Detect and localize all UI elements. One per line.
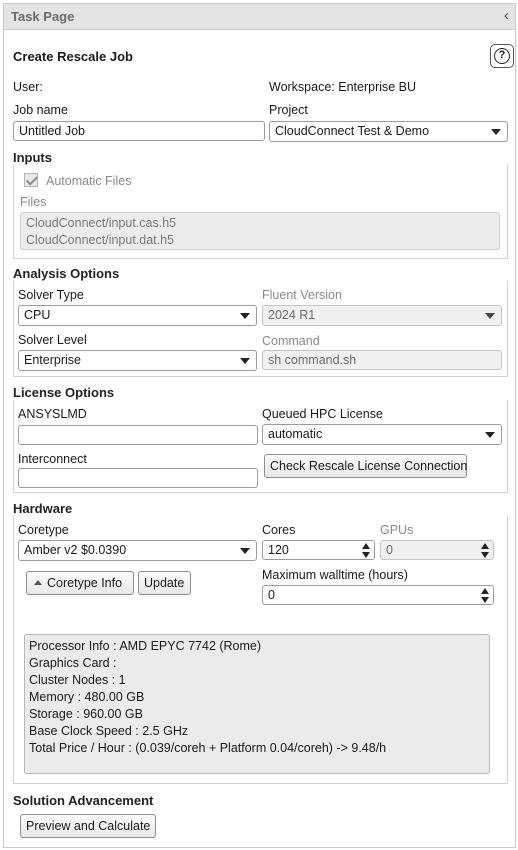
queued-hpc-license-select[interactable]: automatic bbox=[262, 424, 502, 445]
solver-type-select[interactable]: CPU bbox=[18, 305, 257, 326]
chevron-up-icon bbox=[34, 580, 42, 585]
info-line: Storage : 960.00 GB bbox=[29, 707, 143, 721]
coretype-info-button[interactable]: Coretype Info bbox=[26, 571, 134, 595]
preview-and-calculate-button[interactable]: Preview and Calculate bbox=[20, 814, 156, 838]
files-list: CloudConnect/input.cas.h5 CloudConnect/i… bbox=[20, 212, 500, 250]
interconnect-label: Interconnect bbox=[18, 452, 87, 466]
fluent-version-label: Fluent Version bbox=[262, 288, 342, 302]
cores-value: 120 bbox=[268, 543, 289, 557]
hardware-section-title: Hardware bbox=[13, 501, 73, 516]
walltime-value: 0 bbox=[268, 588, 275, 602]
coretype-info-box: Processor Info : AMD EPYC 7742 (Rome) Gr… bbox=[24, 634, 490, 774]
gpus-stepper[interactable]: 0 bbox=[380, 540, 494, 560]
help-icon: ? bbox=[494, 48, 510, 64]
stepper-arrows-icon[interactable] bbox=[361, 542, 371, 559]
ansyslmd-label: ANSYSLMD bbox=[18, 407, 87, 421]
solver-type-value: CPU bbox=[24, 308, 51, 322]
analysis-section-title: Analysis Options bbox=[13, 266, 120, 281]
update-button[interactable]: Update bbox=[138, 571, 191, 595]
info-line: Memory : 480.00 GB bbox=[29, 690, 145, 704]
solution-section-title: Solution Advancement bbox=[13, 793, 154, 808]
chevron-down-icon bbox=[485, 432, 495, 438]
solver-level-value: Enterprise bbox=[24, 353, 81, 367]
workspace-label: Workspace: Enterprise BU bbox=[269, 80, 417, 94]
license-section-title: License Options bbox=[13, 385, 115, 400]
queued-hpc-license-value: automatic bbox=[268, 427, 323, 441]
help-button[interactable]: ? bbox=[490, 44, 514, 68]
inputs-section-title: Inputs bbox=[13, 150, 52, 165]
task-page-titlebar: Task Page ‹ bbox=[4, 4, 515, 30]
automatic-files-label: Automatic Files bbox=[46, 174, 132, 188]
info-line: Cluster Nodes : 1 bbox=[29, 673, 126, 687]
info-line: Processor Info : AMD EPYC 7742 (Rome) bbox=[29, 639, 262, 653]
coretype-select[interactable]: Amber v2 $0.0390 bbox=[18, 540, 257, 561]
chevron-down-icon bbox=[240, 358, 250, 364]
automatic-files-checkbox[interactable] bbox=[24, 173, 38, 187]
project-select-value: CloudConnect Test & Demo bbox=[275, 124, 430, 138]
stepper-arrows-icon[interactable] bbox=[480, 542, 490, 559]
chevron-down-icon bbox=[491, 129, 501, 135]
gpus-value: 0 bbox=[386, 543, 393, 557]
solver-level-label: Solver Level bbox=[18, 333, 87, 347]
project-select[interactable]: CloudConnect Test & Demo bbox=[269, 121, 508, 142]
check-license-connection-button[interactable]: Check Rescale License Connection bbox=[264, 454, 467, 478]
info-line: Graphics Card : bbox=[29, 656, 117, 670]
file-item: CloudConnect/input.dat.h5 bbox=[26, 233, 175, 247]
chevron-down-icon bbox=[485, 313, 495, 319]
files-label: Files bbox=[20, 195, 47, 209]
walltime-stepper[interactable]: 0 bbox=[262, 585, 494, 605]
solver-type-label: Solver Type bbox=[18, 288, 84, 302]
chevron-down-icon bbox=[240, 313, 250, 319]
info-line: Total Price / Hour : (0.039/coreh + Plat… bbox=[29, 741, 387, 755]
command-label: Command bbox=[262, 334, 320, 348]
collapse-icon[interactable]: ‹ bbox=[504, 7, 509, 24]
panel-title: Task Page bbox=[11, 9, 75, 24]
chevron-down-icon bbox=[240, 548, 250, 554]
interconnect-input[interactable] bbox=[18, 468, 258, 488]
solver-level-select[interactable]: Enterprise bbox=[18, 350, 257, 371]
file-item: CloudConnect/input.cas.h5 bbox=[26, 216, 177, 230]
walltime-label: Maximum walltime (hours) bbox=[262, 568, 408, 582]
user-label: User: bbox=[13, 80, 43, 94]
fluent-version-select[interactable]: 2024 R1 bbox=[262, 305, 502, 326]
coretype-label: Coretype bbox=[18, 523, 69, 537]
command-input[interactable]: sh command.sh bbox=[262, 350, 502, 370]
job-name-label: Job name bbox=[13, 103, 68, 117]
cores-stepper[interactable]: 120 bbox=[262, 540, 375, 560]
coretype-info-label: Coretype Info bbox=[47, 576, 123, 590]
stepper-arrows-icon[interactable] bbox=[480, 587, 490, 604]
coretype-value: Amber v2 $0.0390 bbox=[24, 543, 127, 557]
gpus-label: GPUs bbox=[380, 523, 414, 537]
project-label: Project bbox=[269, 103, 308, 117]
fluent-version-value: 2024 R1 bbox=[268, 308, 316, 322]
job-name-input[interactable]: Untitled Job bbox=[13, 121, 265, 141]
ansyslmd-input[interactable] bbox=[18, 425, 258, 445]
page-title: Create Rescale Job bbox=[13, 49, 133, 64]
queued-hpc-license-label: Queued HPC License bbox=[262, 407, 383, 421]
cores-label: Cores bbox=[262, 523, 296, 537]
info-line: Base Clock Speed : 2.5 GHz bbox=[29, 724, 189, 738]
